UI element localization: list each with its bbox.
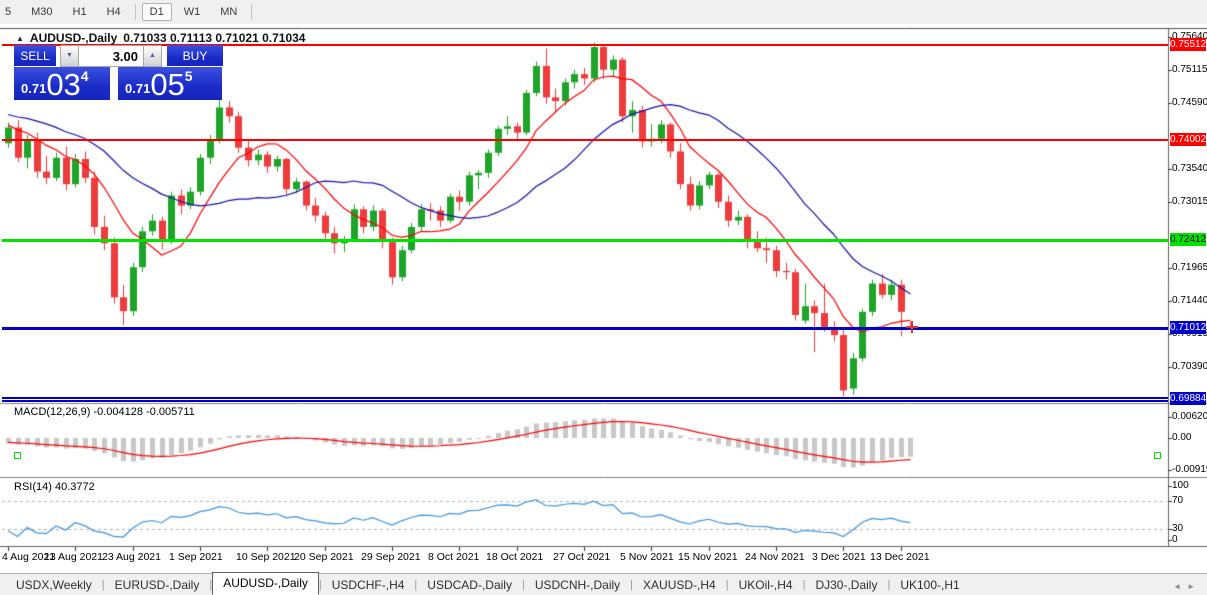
sell-price-display[interactable]: 0.71 03 4 [14, 67, 110, 100]
price-axis-label: 0.73015 [1172, 196, 1207, 208]
sell-price-prefix: 0.71 [21, 81, 47, 96]
support-line-07241-handle-left[interactable] [14, 452, 21, 459]
chart-tab-usdchf-h4[interactable]: USDCHF-,H4 [322, 575, 415, 595]
volume-increase-button[interactable]: ▲ [143, 45, 162, 67]
price-level-badge: 0.69884 [1170, 392, 1207, 405]
support-line-07241[interactable] [2, 239, 1168, 459]
tabs-scroll-left-icon[interactable]: ◄ [1173, 582, 1187, 591]
date-axis-label: 18 Oct 2021 [486, 551, 544, 563]
price-axis-label: 0.75115 [1172, 64, 1207, 76]
chart-header: ▲ AUDUSD-,Daily 0.71033 0.71113 0.71021 … [16, 31, 305, 45]
macd-axis-label: 0.00 [1172, 432, 1192, 443]
rsi-indicator-label: RSI(14) 40.3772 [14, 481, 95, 493]
volume-decrease-button[interactable]: ▼ [60, 45, 79, 67]
support-line-06988[interactable] [2, 397, 1168, 402]
chart-tab-usdcad-daily[interactable]: USDCAD-,Daily [417, 575, 522, 595]
price-axis-label: 0.71440 [1172, 295, 1207, 307]
macd-indicator-label: MACD(12,26,9) -0.004128 -0.005711 [14, 406, 195, 418]
chart-tab-dj30-daily[interactable]: DJ30-,Daily [805, 575, 887, 595]
date-axis-label: 10 Sep 2021 [236, 551, 296, 563]
date-axis-label: 24 Nov 2021 [745, 551, 805, 563]
chart-symbol-title: AUDUSD-,Daily [29, 31, 118, 45]
date-axis-label: 27 Oct 2021 [553, 551, 611, 563]
date-axis-label: 3 Dec 2021 [812, 551, 866, 563]
macd-axis-label: -0.00919 [1172, 463, 1207, 475]
buy-button[interactable]: BUY [167, 45, 223, 67]
date-axis-label: 1 Sep 2021 [169, 551, 223, 563]
chart-tab-audusd-daily[interactable]: AUDUSD-,Daily [212, 572, 319, 595]
buy-price-pips: 5 [184, 68, 193, 84]
price-level-badge: 0.71012 [1170, 321, 1207, 334]
chevron-down-icon: ▼ [66, 52, 73, 59]
price-axis-label: 0.74590 [1172, 97, 1207, 109]
sell-price-pips: 4 [80, 68, 89, 84]
price-level-badge: 0.75512 [1170, 38, 1207, 51]
date-axis-label: 13 Dec 2021 [870, 551, 930, 563]
chart-collapse-icon[interactable]: ▲ [16, 34, 24, 43]
chart-tab-uk100-h1[interactable]: UK100-,H1 [890, 575, 969, 595]
chart-tab-usdcnh-daily[interactable]: USDCNH-,Daily [525, 575, 630, 595]
chart-tab-xauusd-h4[interactable]: XAUUSD-,H4 [633, 575, 726, 595]
sell-price-big: 03 [46, 67, 81, 102]
date-axis-label: 15 Nov 2021 [678, 551, 738, 563]
support-line-07241-handle-right[interactable] [1154, 452, 1161, 459]
buy-price-display[interactable]: 0.71 05 5 [118, 67, 222, 100]
price-axis-label: 0.73540 [1172, 163, 1207, 175]
chart-tab-eurusd-daily[interactable]: EURUSD-,Daily [105, 575, 210, 595]
price-level-badge: 0.74002 [1170, 133, 1207, 146]
rsi-axis-label: 100 [1172, 480, 1189, 491]
chart-ohlc-values: 0.71033 0.71113 0.71021 0.71034 [123, 31, 306, 45]
buy-price-prefix: 0.71 [125, 81, 151, 96]
volume-input[interactable] [79, 45, 143, 67]
one-click-trade-panel: SELL ▼ ▲ BUY 0.71 03 4 0.71 05 5 [14, 45, 227, 100]
timeframe-button-h1[interactable]: H1 [65, 3, 95, 21]
price-axis-label: 0.71965 [1172, 262, 1207, 274]
chart-window: ▲ AUDUSD-,Daily 0.71033 0.71113 0.71021 … [0, 24, 1207, 573]
timeframe-button-w1[interactable]: W1 [176, 3, 209, 21]
sell-button[interactable]: SELL [14, 45, 56, 67]
tabs-scroll-right-icon[interactable]: ► [1187, 582, 1201, 591]
toolbar-separator [251, 4, 253, 20]
chevron-up-icon: ▲ [149, 52, 156, 59]
chart-tab-bar: USDX,Weekly | EURUSD-,Daily | AUDUSD-,Daily |… [0, 572, 1207, 595]
toolbar-separator [134, 4, 136, 20]
date-axis-label: 29 Sep 2021 [361, 551, 421, 563]
chart-tab-usdx-weekly[interactable]: USDX,Weekly [6, 575, 102, 595]
date-axis-label: 5 Nov 2021 [620, 551, 674, 563]
timeframe-button-5[interactable]: 5 [0, 3, 19, 21]
support-line-07101[interactable] [2, 327, 1168, 330]
resistance-line-07400[interactable] [2, 139, 1168, 141]
buy-price-big: 05 [150, 67, 185, 102]
timeframe-button-m30[interactable]: M30 [23, 3, 60, 21]
date-axis-label: 13 Aug 2021 [44, 551, 103, 563]
rsi-axis-label: 70 [1172, 495, 1184, 506]
mt4-window: 5 M30 H1 H4 D1 W1 MN ▲ AUDUSD-,Daily 0.71033 0… [0, 0, 1207, 595]
price-level-badge: 0.72412 [1170, 233, 1207, 246]
macd-axis-label: 0.006201 [1172, 410, 1207, 422]
rsi-axis-label: 30 [1172, 523, 1184, 534]
timeframe-toolbar: 5 M30 H1 H4 D1 W1 MN [0, 0, 1207, 24]
timeframe-button-h4[interactable]: H4 [99, 3, 129, 21]
price-chart-canvas[interactable] [0, 24, 1207, 573]
chart-tab-ukoil-h4[interactable]: UKOil-,H4 [729, 575, 803, 595]
timeframe-button-d1[interactable]: D1 [141, 3, 172, 21]
date-axis-label: 8 Oct 2021 [428, 551, 480, 563]
rsi-axis-label: 0 [1172, 534, 1178, 545]
date-axis-label: 23 Aug 2021 [102, 551, 161, 563]
timeframe-button-mn[interactable]: MN [212, 3, 245, 21]
price-axis-label: 0.70390 [1172, 361, 1207, 373]
date-axis-label: 20 Sep 2021 [294, 551, 354, 563]
